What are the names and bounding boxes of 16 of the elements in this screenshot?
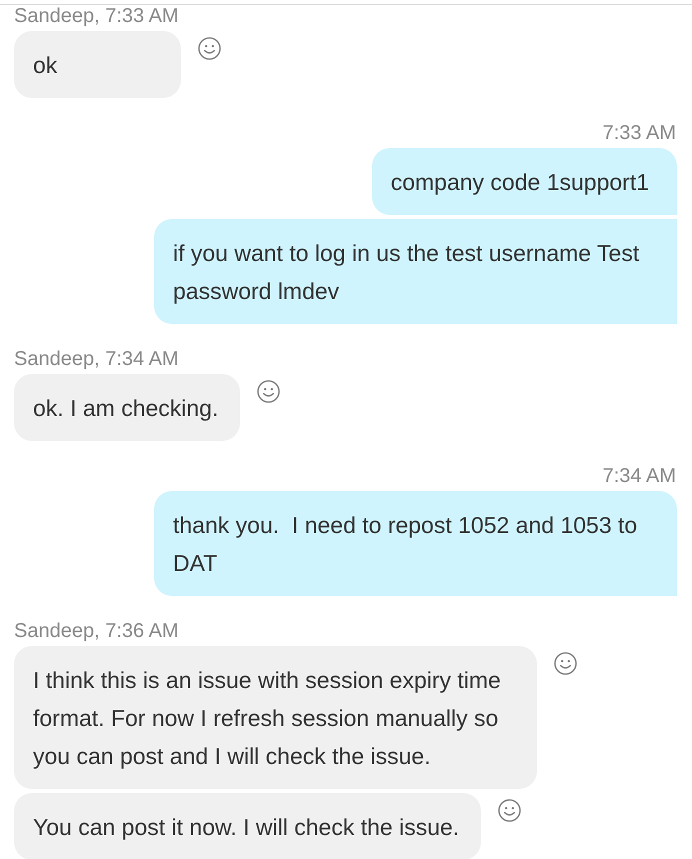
sender-timestamp: Sandeep, 7:33 AM [13, 5, 179, 27]
smiley-icon[interactable] [198, 37, 221, 60]
message-bubble: ok [14, 31, 181, 98]
message-bubble: I think this is an issue with session expiry time format. For now I refresh session manually so you can post and I will check the issue. [14, 646, 537, 789]
message-bubble: company code 1support1 [372, 148, 677, 215]
message-bubble: ok. I am checking. [14, 374, 240, 441]
smiley-icon[interactable] [257, 380, 280, 403]
message-bubble: thank you. I need to repost 1052 and 1053 to DAT [154, 491, 677, 596]
message-bubble: if you want to log in us the test username Test password lmdev [154, 219, 677, 324]
message-bubble: You can post it now. I will check the issue. [14, 793, 482, 859]
timestamp: 7:33 AM [602, 122, 677, 144]
timestamp: 7:34 AM [602, 465, 677, 487]
smiley-icon[interactable] [498, 799, 522, 822]
smiley-icon[interactable] [554, 652, 577, 675]
sender-timestamp: Sandeep, 7:36 AM [13, 620, 179, 642]
sender-timestamp: Sandeep, 7:34 AM [13, 348, 179, 370]
